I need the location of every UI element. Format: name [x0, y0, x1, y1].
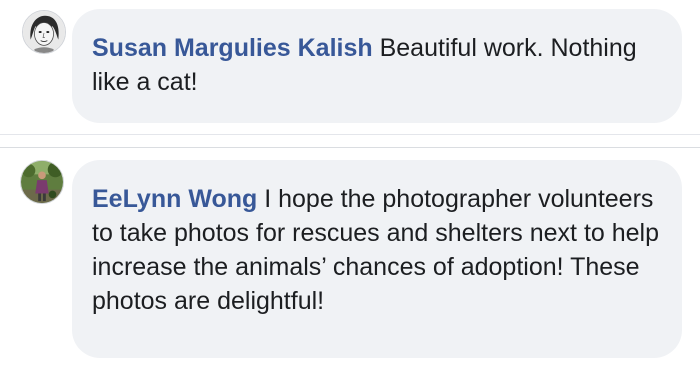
- sketch-face-avatar-icon: [23, 11, 65, 53]
- comment-author[interactable]: Susan Margulies Kalish: [92, 34, 373, 62]
- comment-bubble: Susan Margulies Kalish Beautiful work. N…: [72, 9, 682, 123]
- comments-thread: Susan Margulies Kalish Beautiful work. N…: [0, 0, 700, 374]
- comment-author[interactable]: EeLynn Wong: [92, 185, 257, 213]
- comment-bubble: EeLynn Wong I hope the photographer volu…: [72, 160, 682, 358]
- outdoor-photo-avatar-icon: [21, 161, 63, 203]
- avatar[interactable]: [22, 10, 66, 54]
- divider: [0, 134, 700, 135]
- divider: [0, 147, 700, 148]
- avatar[interactable]: [20, 160, 64, 204]
